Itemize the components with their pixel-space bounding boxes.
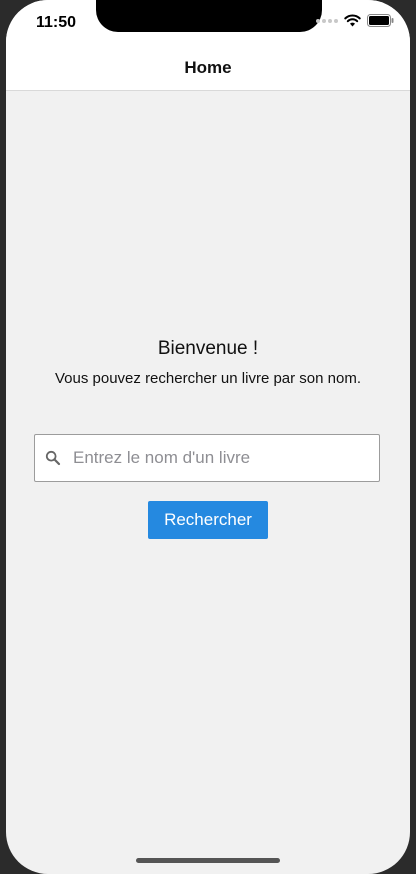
device-notch — [96, 0, 322, 32]
search-button[interactable]: Rechercher — [148, 501, 268, 539]
search-input[interactable] — [73, 435, 369, 481]
page-title: Home — [184, 58, 232, 77]
header: 11:50 Home — [6, 0, 410, 91]
app-screen: 11:50 Home Bienvenue ! Vous pouvez reche… — [6, 0, 410, 874]
signal-icon — [316, 18, 338, 23]
welcome-subtitle: Vous pouvez rechercher un livre par son … — [55, 370, 361, 387]
status-icons — [316, 14, 394, 27]
battery-icon — [367, 14, 394, 27]
wifi-icon — [344, 14, 361, 27]
device-frame: 11:50 Home Bienvenue ! Vous pouvez reche… — [0, 0, 416, 874]
welcome-heading: Bienvenue ! — [157, 338, 259, 359]
home-indicator[interactable] — [136, 858, 280, 863]
search-box[interactable] — [34, 434, 380, 482]
status-time: 11:50 — [36, 14, 77, 31]
search-icon — [45, 450, 61, 466]
